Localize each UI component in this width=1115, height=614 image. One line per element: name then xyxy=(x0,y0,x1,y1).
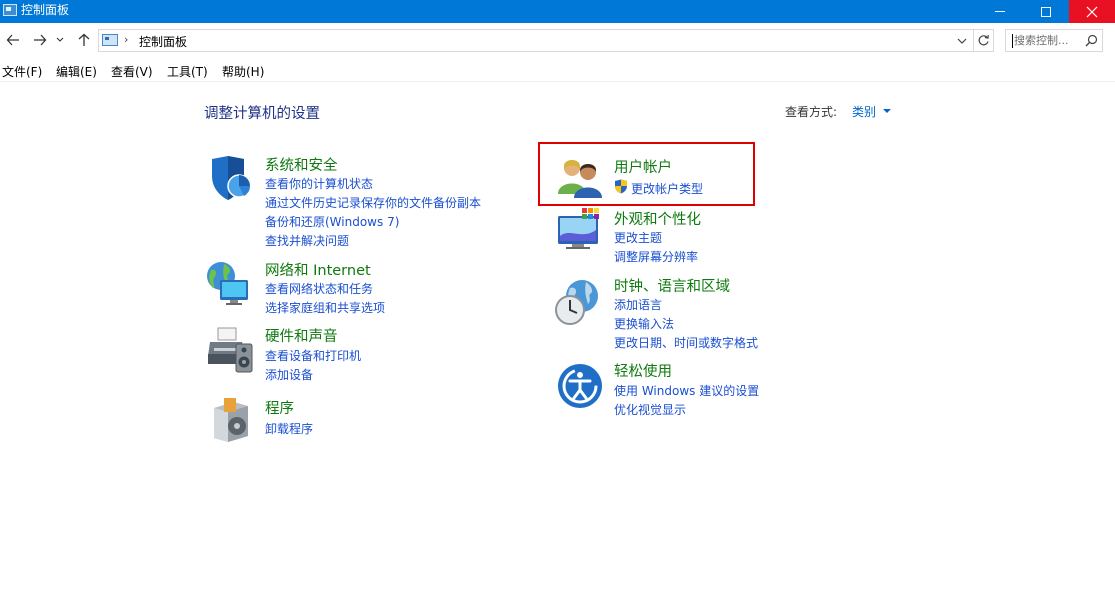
link-troubleshoot[interactable]: 查找并解决问题 xyxy=(265,232,349,249)
minimize-icon xyxy=(995,11,1005,12)
category-user-accounts[interactable]: 用户帐户 xyxy=(614,156,672,177)
chevron-down-icon xyxy=(56,37,64,42)
view-by-dropdown[interactable]: 类别 xyxy=(852,103,876,120)
text-cursor xyxy=(1012,34,1013,48)
search-icon[interactable] xyxy=(1085,34,1098,47)
link-uninstall-program[interactable]: 卸载程序 xyxy=(265,420,313,437)
arrow-left-icon xyxy=(6,34,19,46)
menu-view[interactable]: 查看(V) xyxy=(111,63,153,80)
dropdown-arrow-icon[interactable] xyxy=(883,109,891,113)
category-network-internet[interactable]: 网络和 Internet xyxy=(265,259,371,280)
menu-file[interactable]: 文件(F) xyxy=(2,63,42,80)
appearance-monitor-icon[interactable] xyxy=(556,206,604,254)
link-change-date-time-format[interactable]: 更改日期、时间或数字格式 xyxy=(614,334,758,351)
category-programs[interactable]: 程序 xyxy=(265,397,294,418)
search-field[interactable] xyxy=(1005,29,1103,52)
link-change-input-method[interactable]: 更换输入法 xyxy=(614,315,674,332)
network-globe-icon[interactable] xyxy=(204,260,252,308)
arrow-up-icon xyxy=(78,33,90,46)
menu-tools[interactable]: 工具(T) xyxy=(167,63,208,80)
link-change-account-type[interactable]: 更改帐户类型 xyxy=(631,180,703,197)
link-devices-printers[interactable]: 查看设备和打印机 xyxy=(265,347,361,364)
forward-button[interactable] xyxy=(29,29,51,51)
category-appearance-personalization[interactable]: 外观和个性化 xyxy=(614,208,701,229)
link-file-history[interactable]: 通过文件历史记录保存你的文件备份副本 xyxy=(265,194,481,211)
link-view-computer-status[interactable]: 查看你的计算机状态 xyxy=(265,175,373,192)
view-by-label: 查看方式: xyxy=(785,105,838,119)
up-button[interactable] xyxy=(73,29,95,51)
title-bar: 控制面板 xyxy=(0,0,1115,23)
link-adjust-resolution[interactable]: 调整屏幕分辨率 xyxy=(614,248,698,265)
uac-shield-icon xyxy=(615,179,627,194)
minimize-button[interactable] xyxy=(977,0,1023,23)
link-add-language[interactable]: 添加语言 xyxy=(614,296,662,313)
printer-speaker-icon[interactable] xyxy=(206,326,254,374)
close-icon xyxy=(1086,6,1098,17)
breadcrumb-control-panel[interactable]: 控制面板 xyxy=(139,33,187,50)
clock-globe-icon[interactable] xyxy=(554,278,602,326)
menu-help[interactable]: 帮助(H) xyxy=(222,63,264,80)
arrow-right-icon xyxy=(34,34,47,46)
link-windows-recommended-settings[interactable]: 使用 Windows 建议的设置 xyxy=(614,382,759,399)
back-button[interactable] xyxy=(2,29,24,51)
category-ease-of-access[interactable]: 轻松使用 xyxy=(614,360,672,381)
shield-icon[interactable] xyxy=(206,154,254,202)
page-title: 调整计算机的设置 xyxy=(204,106,320,122)
link-change-theme[interactable]: 更改主题 xyxy=(614,229,662,246)
menu-edit[interactable]: 编辑(E) xyxy=(56,63,97,80)
maximize-icon xyxy=(1041,6,1051,17)
refresh-icon xyxy=(978,34,989,46)
category-system-security[interactable]: 系统和安全 xyxy=(265,154,338,175)
link-optimize-visual-display[interactable]: 优化视觉显示 xyxy=(614,401,686,418)
link-network-status[interactable]: 查看网络状态和任务 xyxy=(265,280,373,297)
maximize-button[interactable] xyxy=(1023,0,1069,23)
breadcrumb-separator: › xyxy=(124,33,129,46)
chevron-down-icon[interactable] xyxy=(955,34,969,48)
menu-bar: 文件(F) 编辑(E) 查看(V) 工具(T) 帮助(H) xyxy=(0,58,1115,82)
navigation-bar: › 控制面板 xyxy=(0,23,1115,58)
control-panel-icon xyxy=(102,34,118,46)
ease-of-access-icon[interactable] xyxy=(556,362,604,410)
refresh-button[interactable] xyxy=(974,29,994,52)
control-panel-app-icon xyxy=(3,4,17,16)
window-title: 控制面板 xyxy=(21,3,70,17)
link-add-device[interactable]: 添加设备 xyxy=(265,366,313,383)
search-input[interactable] xyxy=(1006,30,1084,51)
close-button[interactable] xyxy=(1069,0,1115,23)
programs-box-icon[interactable] xyxy=(210,396,258,444)
category-clock-language-region[interactable]: 时钟、语言和区域 xyxy=(614,275,730,296)
recent-locations-button[interactable] xyxy=(53,29,67,51)
category-hardware-sound[interactable]: 硬件和声音 xyxy=(265,325,338,346)
link-backup-restore[interactable]: 备份和还原(Windows 7) xyxy=(265,213,399,230)
user-accounts-icon[interactable] xyxy=(556,154,604,202)
link-homegroup-sharing[interactable]: 选择家庭组和共享选项 xyxy=(265,299,385,316)
address-field[interactable]: › 控制面板 xyxy=(98,29,974,52)
